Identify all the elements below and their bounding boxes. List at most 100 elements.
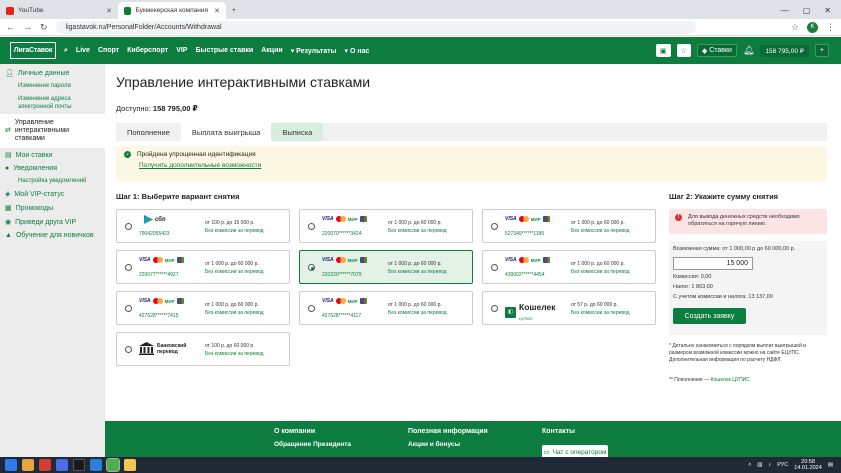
header-actions: ▣ ☆ ◆ Ставки 🔔︎ 158 795,00 ₽ +: [655, 44, 829, 57]
main-menu: ⌕ Live Спорт Киберспорт VIP Быстрые став…: [64, 47, 369, 55]
method-radio[interactable]: [308, 264, 315, 271]
search-icon[interactable]: ⌕: [64, 47, 68, 55]
method-radio[interactable]: [125, 264, 132, 271]
koshelek-link[interactable]: Кошелек ЦУПИС: [711, 377, 750, 383]
explorer-icon[interactable]: [22, 459, 34, 471]
tab-title: YouTube: [18, 7, 44, 14]
chrome-icon[interactable]: [106, 458, 120, 472]
sidebar-item-notification-settings[interactable]: Настройка уведомлений: [0, 175, 105, 187]
footer-link-promos[interactable]: Акции и бонусы: [408, 441, 488, 448]
sidebar-item-promocodes[interactable]: ▦ Промокоды: [0, 201, 105, 215]
tab-statement[interactable]: Выписка: [271, 123, 324, 141]
terminal-icon[interactable]: [73, 459, 85, 471]
method-radio[interactable]: [491, 305, 498, 312]
balance-display[interactable]: 158 795,00 ₽: [760, 44, 809, 57]
site-logo[interactable]: ЛигаСтавок: [10, 42, 56, 59]
more-features-link[interactable]: Получить дополнительные возможности: [139, 162, 819, 169]
profile-avatar[interactable]: K: [807, 21, 818, 33]
footer-link-president[interactable]: Обращение Президента: [274, 441, 351, 448]
menu-item-sport[interactable]: Спорт: [98, 47, 119, 54]
method-radio[interactable]: [491, 223, 498, 230]
sidebar-item-personal-data[interactable]: 👤︎ Личные данные: [0, 66, 105, 80]
tab-withdrawal[interactable]: Выплата выигрыша: [180, 123, 272, 141]
withdrawal-method-card[interactable]: VISA МИР 220220******7079 от 1 000 р. до 60…: [299, 250, 473, 284]
l-app-icon[interactable]: [90, 459, 102, 471]
mir-logo: МИР: [164, 298, 175, 304]
start-icon[interactable]: [5, 459, 17, 471]
withdrawal-method-card[interactable]: VISA МИР 220070******3424 от 1 000 р. до 60…: [299, 209, 473, 243]
footnote-prefix: ** Пополнение —: [669, 377, 710, 383]
tray-chevron-icon[interactable]: ˄: [748, 462, 751, 468]
fee-text: Без комиссии за перевод: [388, 269, 447, 275]
sidebar-item-my-bets[interactable]: ▤ Мои ставки: [0, 148, 105, 162]
withdrawal-method-card[interactable]: VISA МИР 427628******4117 от 1 000 р. до 60…: [299, 291, 473, 325]
menu-item-results[interactable]: ▾ Результаты: [291, 47, 337, 55]
withdrawal-method-card[interactable]: сбп 79042055423 от 100 р. до 15 000 р. Без …: [116, 209, 290, 243]
sidebar-item-interactive-bets[interactable]: ⇄ Управление интерактивными ставками: [0, 114, 105, 148]
favorites-icon[interactable]: ☆: [676, 44, 691, 57]
method-radio[interactable]: [125, 223, 132, 230]
sidebar-item-change-password[interactable]: Изменение пароля: [0, 80, 105, 92]
menu-item-fast-bets[interactable]: Быстрые ставки: [195, 47, 253, 54]
withdrawal-method-card[interactable]: ◧ Кошелек ЦУПИС от 57 р. до 60 000 р. Без ко…: [482, 291, 656, 325]
commission-text: Комиссия: 0,00: [673, 274, 712, 280]
create-request-button[interactable]: Создать заявку: [673, 308, 746, 324]
mir-logo: МИР: [347, 257, 358, 263]
language-indicator[interactable]: РУС: [777, 462, 788, 468]
close-tab-icon[interactable]: ✕: [214, 7, 220, 15]
method-radio[interactable]: [125, 305, 132, 312]
chat-label: Чат с оператором: [552, 448, 607, 456]
close-tab-icon[interactable]: ✕: [106, 7, 112, 15]
card-logos: VISA МИР: [322, 298, 367, 304]
card-logos: VISA МИР: [139, 298, 184, 304]
browser-tab-ligastavok[interactable]: Букмекерская компания «Лиг... ✕: [118, 2, 226, 19]
withdrawal-method-card[interactable]: Банковский перевод от 100 р. до 60 000 р.…: [116, 332, 290, 366]
tab-deposit[interactable]: Пополнение: [116, 123, 181, 141]
menu-item-vip[interactable]: VIP: [176, 47, 187, 54]
withdrawal-method-card[interactable]: VISA МИР 220077******4927 от 1 000 р. до 60…: [116, 250, 290, 284]
reload-icon[interactable]: ↻: [40, 22, 48, 33]
menu-item-live[interactable]: Live: [76, 47, 90, 54]
masked-number: 220070******3424: [322, 231, 362, 237]
new-tab-button[interactable]: +: [226, 2, 242, 19]
clock[interactable]: 20:58 14.01.2024: [794, 459, 822, 471]
volume-icon[interactable]: ♪: [769, 462, 772, 468]
withdrawal-method-card[interactable]: VISA МИР 427628******7415 от 1 000 р. до 60…: [116, 291, 290, 325]
method-radio[interactable]: [308, 223, 315, 230]
app-icon[interactable]: [56, 459, 68, 471]
star-icon[interactable]: ☆: [791, 22, 799, 33]
maximize-icon[interactable]: ▢: [803, 6, 811, 15]
sidebar-item-change-email[interactable]: Изменение адреса электронной почты: [0, 92, 105, 114]
menu-item-promos[interactable]: Акции: [261, 47, 282, 54]
masked-number: 427628******4117: [322, 313, 362, 319]
notifications-icon[interactable]: ▤: [828, 462, 833, 468]
menu-item-about[interactable]: ▾ О нас: [345, 47, 370, 55]
method-radio[interactable]: [308, 305, 315, 312]
sidebar-item-beginner-training[interactable]: ▲ Обучение для новичков: [0, 229, 105, 242]
browser-tab-youtube[interactable]: YouTube ✕: [0, 2, 118, 19]
close-window-icon[interactable]: ✕: [824, 6, 831, 15]
amount-input[interactable]: 15 000: [673, 257, 753, 270]
menu-dots-icon[interactable]: ⋮: [826, 22, 835, 33]
withdrawal-method-card[interactable]: VISA МИР 527349******1185 от 1 000 р. до 60…: [482, 209, 656, 243]
account-icon[interactable]: ▣: [655, 44, 671, 57]
site-header: ЛигаСтавок ⌕ Live Спорт Киберспорт VIP Б…: [0, 37, 841, 64]
folder-icon[interactable]: [124, 459, 136, 471]
menu-item-esports[interactable]: Киберспорт: [127, 47, 168, 54]
deposit-plus-button[interactable]: +: [814, 44, 829, 57]
sidebar-item-vip-status[interactable]: ◈ Мой VIP-статус: [0, 187, 105, 201]
method-radio[interactable]: [491, 264, 498, 271]
network-icon[interactable]: ▥: [757, 462, 762, 468]
notification-bell-icon[interactable]: 🔔︎: [743, 45, 754, 56]
url-field[interactable]: ligastavok.ru/PersonalFolder/Accounts/Wi…: [55, 20, 696, 34]
stakes-button[interactable]: ◆ Ставки: [696, 44, 737, 57]
minimize-icon[interactable]: —: [781, 6, 789, 15]
sidebar-item-notifications[interactable]: ● Уведомления: [0, 162, 105, 175]
sidebar-item-invite-friend[interactable]: ◉ Приведи друга VIP: [0, 215, 105, 229]
back-icon[interactable]: ←: [6, 22, 15, 32]
fee-text: Без комиссии за перевод: [571, 228, 630, 234]
method-radio[interactable]: [125, 346, 132, 353]
forward-icon[interactable]: →: [23, 22, 32, 32]
yandex-icon[interactable]: [39, 459, 51, 471]
withdrawal-method-card[interactable]: VISA МИР 439002******4454 от 1 000 р. до 60…: [482, 250, 656, 284]
